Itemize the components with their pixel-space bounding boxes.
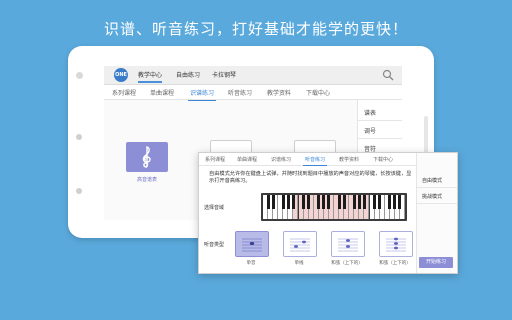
black-key[interactable] [266, 195, 270, 209]
panel-tab-series[interactable]: 系列课程 [205, 156, 225, 163]
black-key[interactable] [317, 195, 321, 209]
black-key[interactable] [291, 195, 295, 209]
black-key[interactable] [388, 195, 392, 209]
piano-keys[interactable] [263, 195, 405, 219]
sub-tab-sight-reading[interactable]: 识谱练习 [187, 88, 217, 101]
search-icon[interactable] [382, 69, 394, 81]
tablet-button [76, 134, 82, 140]
type-single-line-label: 单线 [294, 261, 304, 266]
headline: 识谱、听音练习，打好基础才能学的更快！ [103, 20, 408, 38]
treble-staff-label: 高音谱表 [136, 177, 157, 183]
panel-tab-materials[interactable]: 教学资料 [339, 156, 359, 163]
black-key[interactable] [352, 195, 356, 209]
right-item-staff[interactable]: 谱表 [364, 108, 376, 117]
type-chord-label-1: 和弦（上下的） [331, 261, 363, 266]
app-logo: ONE [114, 68, 128, 82]
black-key[interactable] [342, 195, 346, 209]
staff-chord-icon [338, 238, 358, 252]
start-practice-button[interactable]: 开始练习 [419, 257, 453, 268]
tablet-side-button [424, 116, 428, 156]
black-key[interactable] [357, 195, 361, 209]
app-bar: ONE 教学中心 自由练习 卡拉钢琴 [104, 66, 402, 85]
piano-range-selector[interactable] [261, 193, 407, 221]
sub-tab-ear-training[interactable]: 听音练习 [228, 88, 252, 97]
black-key[interactable] [398, 195, 402, 209]
tablet-button [76, 188, 82, 194]
black-key[interactable] [271, 195, 275, 209]
type-single-line-card[interactable] [283, 231, 317, 257]
black-key[interactable] [337, 195, 341, 209]
sub-tab-series[interactable]: 系列课程 [112, 88, 136, 97]
panel-tab-single[interactable]: 单曲课程 [237, 156, 257, 163]
panel-tab-ear-training[interactable]: 听音练习 [302, 156, 328, 166]
right-item-key[interactable]: 调号 [364, 126, 376, 135]
staff-melody-icon [290, 238, 310, 252]
sub-tab-downloads[interactable]: 下载中心 [306, 88, 330, 97]
mode-free[interactable]: 自由模式 [422, 177, 442, 184]
panel-tab-sight-reading[interactable]: 识谱练习 [271, 156, 291, 163]
ear-training-panel: 系列课程 单曲课程 识谱练习 听音练习 教学资料 下载中心 自由模式 挑战模式 … [198, 152, 458, 274]
mode-sidebar: 自由模式 挑战模式 [416, 153, 457, 273]
black-key[interactable] [378, 195, 382, 209]
sub-tab-bar: 系列课程 单曲课程 识谱练习 听音练习 教学资料 下载中心 [104, 85, 402, 101]
type-label: 听音类型 [204, 242, 225, 248]
sub-tab-materials[interactable]: 教学资料 [267, 88, 291, 97]
divider [417, 187, 457, 188]
treble-staff-card[interactable] [126, 142, 168, 172]
type-chord-label-2: 和弦（上下的） [379, 261, 411, 266]
mode-challenge[interactable]: 挑战模式 [422, 193, 442, 200]
top-tab-teaching[interactable]: 教学中心 [138, 70, 163, 83]
divider [358, 138, 402, 139]
divider [358, 120, 402, 121]
black-key[interactable] [286, 195, 290, 209]
black-key[interactable] [307, 195, 311, 209]
type-single-note-label: 单音 [246, 261, 256, 266]
divider [417, 203, 457, 204]
panel-tab-downloads[interactable]: 下载中心 [373, 156, 393, 163]
black-key[interactable] [322, 195, 326, 209]
black-key[interactable] [362, 195, 366, 209]
black-key[interactable] [373, 195, 377, 209]
panel-tab-bar: 系列课程 单曲课程 识谱练习 听音练习 教学资料 下载中心 [199, 153, 417, 166]
black-key[interactable] [327, 195, 331, 209]
type-chord-card-1[interactable] [331, 231, 365, 257]
top-tab-free-practice[interactable]: 自由练习 [176, 70, 200, 79]
range-label: 选择音域 [204, 205, 225, 211]
black-key[interactable] [393, 195, 397, 209]
type-single-note-card[interactable] [235, 231, 269, 257]
treble-clef-icon [142, 146, 151, 168]
staff-chord-icon [386, 237, 406, 252]
top-tab-karaoke-piano[interactable]: 卡拉钢琴 [212, 70, 236, 79]
mode-description: 自由模式允许你在键盘上试弹，并随时找到题目中播放的声音对应的琴键，长按该键，显示… [209, 171, 412, 184]
tablet-camera [76, 72, 83, 79]
black-key[interactable] [302, 195, 306, 209]
type-chord-card-2[interactable] [379, 231, 413, 257]
staff-single-note-icon [242, 238, 262, 252]
sub-tab-single[interactable]: 单曲课程 [150, 88, 174, 97]
black-key[interactable] [281, 195, 285, 209]
